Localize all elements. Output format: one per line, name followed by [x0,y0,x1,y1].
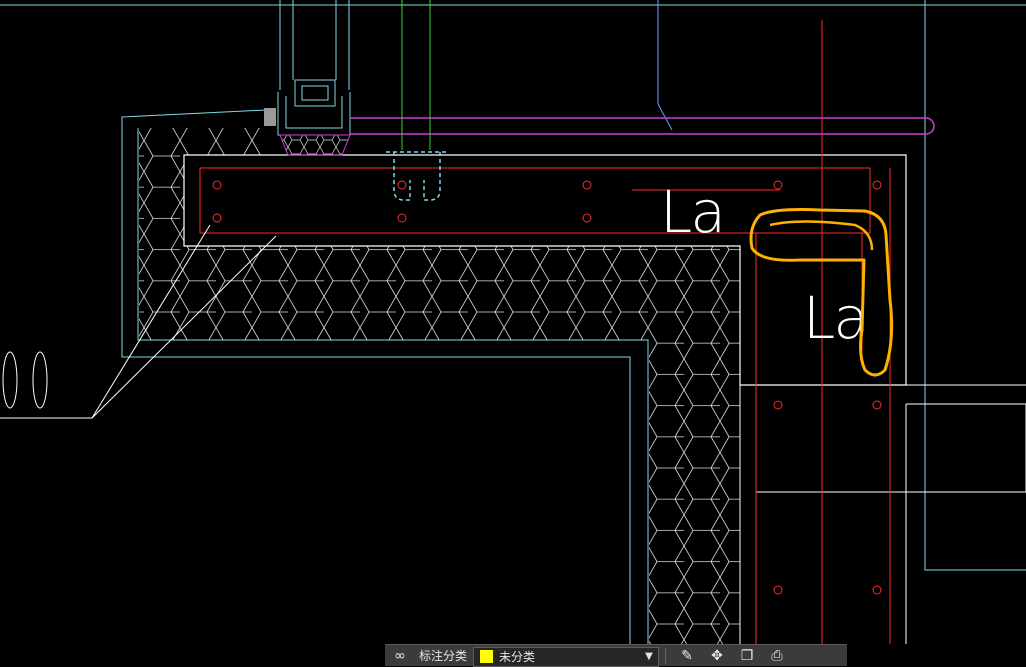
label-bubble [2,351,18,409]
dimension-label-la-side: La [803,284,867,352]
column-outline-right [906,403,1026,492]
print-icon[interactable]: ⎙ [762,645,792,667]
annotation-style-icon[interactable]: ∞ [385,645,415,667]
dimension-label-la-top: La [660,178,724,246]
window-gasket [279,134,351,156]
annotation-category-label: 标注分类 [419,649,468,663]
chevron-down-icon: ▼ [645,651,653,662]
label-bubble [32,351,48,409]
annotation-category-dropdown[interactable]: 未分类 ▼ [473,646,660,667]
move-icon[interactable]: ✥ [702,645,732,667]
column-guide-line [657,103,673,131]
annotation-toolbar: ∞ 标注分类 未分类 ▼ ✎ ✥ ❐ ⎙ [385,644,847,667]
toolbar-divider [665,647,667,664]
right-wall-line [924,0,1026,571]
category-color-swatch [480,650,494,663]
cad-drawing-canvas[interactable]: La La [0,0,1026,666]
copy-icon[interactable]: ❐ [732,645,762,667]
edit-icon[interactable]: ✎ [672,645,702,667]
window-frame [277,0,351,136]
category-value: 未分类 [499,650,536,664]
window-sill-block [264,108,276,126]
magenta-pipe [350,117,935,135]
